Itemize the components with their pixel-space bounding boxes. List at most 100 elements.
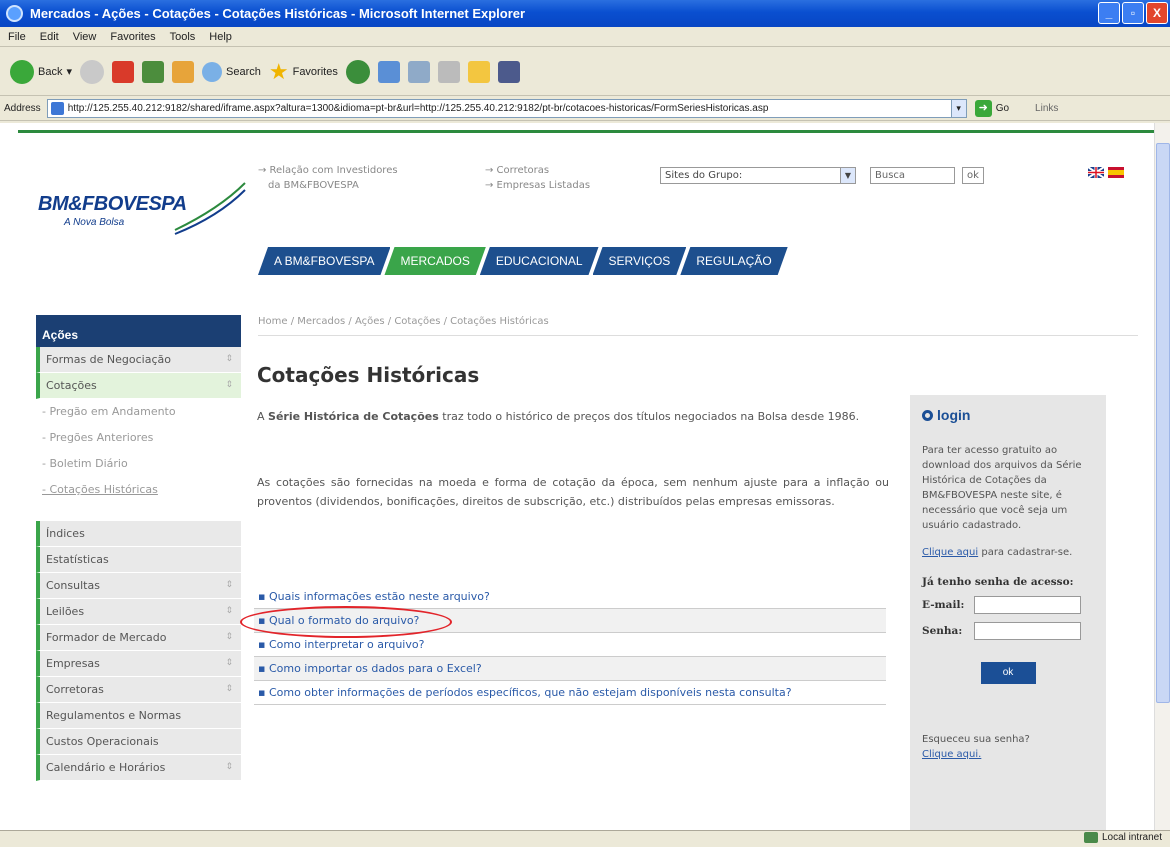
password-label: Senha: bbox=[922, 625, 963, 637]
history-icon[interactable] bbox=[345, 59, 370, 84]
login-title: login bbox=[922, 407, 1094, 423]
menu-favorites[interactable]: Favorites bbox=[110, 31, 155, 43]
refresh-icon[interactable] bbox=[142, 60, 164, 83]
intro-paragraph: A Série Histórica de Cotações traz todo … bbox=[257, 410, 860, 423]
home-icon[interactable] bbox=[172, 60, 194, 83]
faq-item[interactable]: ▪ Como importar os dados para o Excel? bbox=[254, 657, 886, 681]
sidebar-item-empresas[interactable]: Empresas ⇕ bbox=[36, 651, 241, 677]
search-input[interactable]: Busca bbox=[870, 167, 955, 184]
spain-flag-icon[interactable] bbox=[1108, 167, 1124, 178]
research-icon[interactable] bbox=[497, 60, 520, 83]
expand-icon: ⇕ bbox=[225, 658, 233, 668]
faq-list: ▪ Quais informações estão neste arquivo?… bbox=[254, 585, 886, 705]
email-label: E-mail: bbox=[922, 599, 965, 611]
search-icon bbox=[202, 61, 222, 82]
sidebar-item-regulamentos[interactable]: Regulamentos e Normas bbox=[36, 703, 241, 729]
sidebar-item-cotacoes[interactable]: Cotações ⇕ bbox=[36, 373, 241, 399]
go-arrow-icon: ➜ bbox=[974, 100, 992, 117]
sidebar-item-custos[interactable]: Custos Operacionais bbox=[36, 729, 241, 755]
login-ok-button[interactable]: ok bbox=[980, 662, 1036, 684]
scrollbar-thumb[interactable] bbox=[1156, 143, 1170, 703]
sidebar-item-formador-mercado[interactable]: Formador de Mercado ⇕ bbox=[36, 625, 241, 651]
search-button[interactable]: Search bbox=[202, 61, 261, 82]
address-dropdown-icon[interactable]: ▾ bbox=[950, 99, 967, 118]
sidebar-subitem-boletim-diario[interactable]: - Boletim Diário bbox=[36, 451, 241, 477]
faq-item[interactable]: ▪ Como obter informações de períodos esp… bbox=[254, 681, 886, 705]
sidebar-item-leiloes[interactable]: Leilões ⇕ bbox=[36, 599, 241, 625]
tab-a-bmfbovespa[interactable]: A BM&FBOVESPA bbox=[258, 247, 390, 275]
close-button[interactable]: X bbox=[1146, 2, 1168, 24]
status-bar: Local intranet bbox=[0, 830, 1170, 847]
expand-icon: ⇕ bbox=[225, 762, 233, 772]
expand-icon: ⇕ bbox=[225, 354, 233, 364]
tab-regulacao[interactable]: REGULAÇÃO bbox=[680, 247, 787, 275]
tab-servicos[interactable]: SERVIÇOS bbox=[593, 247, 687, 275]
search-ok-button[interactable]: ok bbox=[962, 167, 984, 184]
menu-bar: File Edit View Favorites Tools Help bbox=[0, 27, 1170, 47]
back-button[interactable]: Back ▾ bbox=[10, 59, 72, 84]
stop-icon[interactable] bbox=[112, 60, 134, 83]
sidebar-subitem-cotacoes-historicas[interactable]: - Cotações Históricas bbox=[36, 477, 241, 503]
language-flags bbox=[1088, 167, 1124, 178]
page-icon bbox=[50, 102, 64, 115]
vertical-scrollbar[interactable] bbox=[1154, 123, 1170, 830]
expand-icon: ⇕ bbox=[225, 606, 233, 616]
star-icon: ★ bbox=[268, 58, 289, 84]
sidebar-subitem-pregoes-anteriores[interactable]: - Pregões Anteriores bbox=[36, 425, 241, 451]
address-label: Address bbox=[4, 103, 41, 114]
sites-group-select[interactable]: Sites do Grupo: ▼ bbox=[660, 167, 856, 184]
links-button[interactable]: Links bbox=[1035, 103, 1058, 114]
sidebar-item-indices[interactable]: Índices bbox=[36, 521, 241, 547]
top-green-rule bbox=[18, 130, 1154, 133]
header-links-investors[interactable]: → Relação com Investidores da BM&FBOVESP… bbox=[258, 163, 398, 193]
email-field[interactable] bbox=[974, 596, 1081, 614]
menu-edit[interactable]: Edit bbox=[40, 31, 59, 43]
main-nav-tabs: A BM&FBOVESPA MERCADOS EDUCACIONAL SERVI… bbox=[258, 247, 782, 275]
sidebar-item-formas-negociacao[interactable]: Formas de Negociação ⇕ bbox=[36, 347, 241, 373]
breadcrumb[interactable]: Home / Mercados / Ações / Cotações / Cot… bbox=[258, 316, 1138, 336]
window-title-bar: Mercados - Ações - Cotações - Cotações H… bbox=[0, 0, 1170, 27]
description-paragraph: As cotações são fornecidas na moeda e fo… bbox=[257, 476, 889, 508]
intranet-icon bbox=[1083, 832, 1098, 843]
sidebar-item-calendario[interactable]: Calendário e Horários ⇕ bbox=[36, 755, 241, 781]
menu-tools[interactable]: Tools bbox=[170, 31, 196, 43]
back-arrow-icon bbox=[10, 59, 34, 84]
tab-educacional[interactable]: EDUCACIONAL bbox=[480, 247, 599, 275]
login-panel: login Para ter acesso gratuito ao downlo… bbox=[910, 395, 1106, 830]
expand-icon: ⇕ bbox=[225, 580, 233, 590]
go-button[interactable]: ➜ Go bbox=[974, 100, 1009, 117]
site-logo[interactable]: BM&FBOVESPA A Nova Bolsa bbox=[38, 193, 187, 228]
print-icon[interactable] bbox=[407, 60, 430, 83]
edit-icon[interactable] bbox=[437, 60, 460, 83]
red-circle-annotation bbox=[240, 606, 452, 638]
page-title: Cotações Históricas bbox=[257, 363, 480, 387]
circle-bullet-icon bbox=[922, 409, 933, 421]
login-info-text: Para ter acesso gratuito ao download dos… bbox=[922, 445, 1082, 531]
menu-file[interactable]: File bbox=[8, 31, 26, 43]
maximize-button[interactable]: ▫ bbox=[1122, 2, 1144, 24]
minimize-button[interactable]: _ bbox=[1098, 2, 1120, 24]
expand-icon: ⇕ bbox=[225, 380, 233, 390]
ie-logo-icon bbox=[6, 5, 23, 22]
address-input[interactable]: http://125.255.40.212:9182/shared/iframe… bbox=[46, 99, 952, 118]
sidebar-item-corretoras[interactable]: Corretoras ⇕ bbox=[36, 677, 241, 703]
favorites-button[interactable]: ★ Favorites bbox=[269, 59, 338, 85]
sidebar-item-consultas[interactable]: Consultas ⇕ bbox=[36, 573, 241, 599]
forgot-password-link[interactable]: Clique aqui. bbox=[922, 747, 1094, 762]
sidebar-heading: Ações bbox=[36, 315, 241, 347]
tab-mercados[interactable]: MERCADOS bbox=[384, 247, 485, 275]
uk-flag-icon[interactable] bbox=[1088, 167, 1104, 178]
sidebar: Ações Formas de Negociação ⇕ Cotações ⇕ - … bbox=[36, 315, 241, 781]
address-bar: Address http://125.255.40.212:9182/share… bbox=[0, 97, 1170, 121]
expand-icon: ⇕ bbox=[225, 632, 233, 642]
folder-icon[interactable] bbox=[467, 60, 490, 83]
password-field[interactable] bbox=[974, 622, 1081, 640]
forward-arrow-icon[interactable] bbox=[80, 59, 104, 84]
menu-view[interactable]: View bbox=[73, 31, 97, 43]
sidebar-subitem-pregao-andamento[interactable]: - Pregão em Andamento bbox=[36, 399, 241, 425]
menu-help[interactable]: Help bbox=[209, 31, 232, 43]
sidebar-item-estatisticas[interactable]: Estatísticas bbox=[36, 547, 241, 573]
header-links-brokers: → Corretoras → Empresas Listadas bbox=[485, 165, 591, 191]
register-link[interactable]: Clique aqui bbox=[922, 547, 978, 558]
mail-icon[interactable] bbox=[377, 60, 400, 83]
